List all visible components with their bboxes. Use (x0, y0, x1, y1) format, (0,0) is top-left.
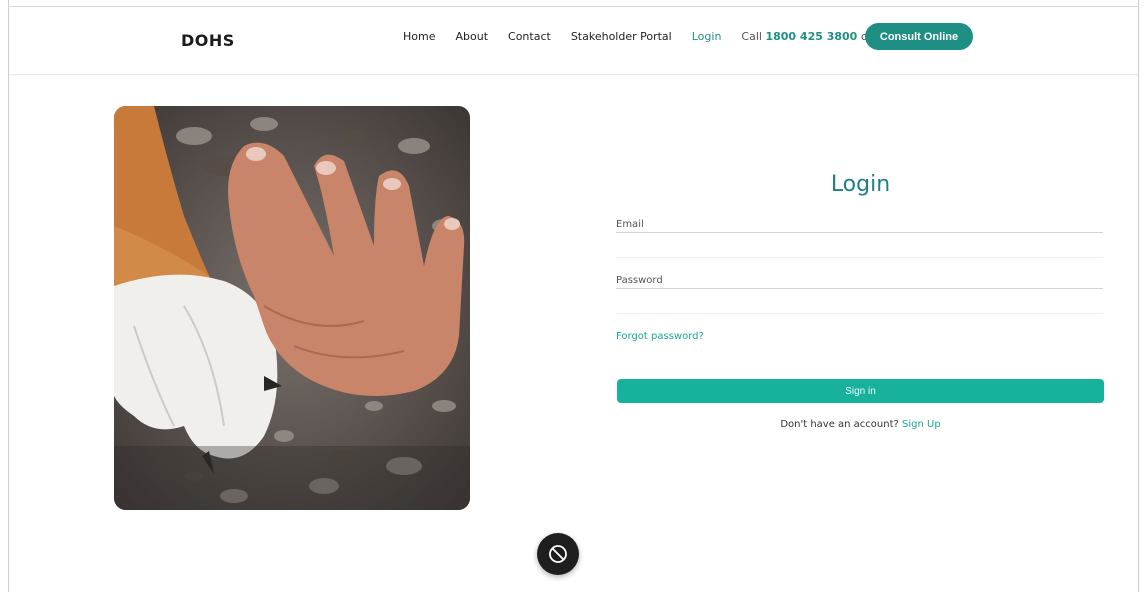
brand-logo[interactable]: DOHS (181, 31, 235, 50)
forgot-password-link[interactable]: Forgot password? (616, 331, 704, 342)
no-account-text: Don't have an account? (780, 419, 899, 430)
password-underline (616, 288, 1103, 289)
main-nav: Home About Contact Stakeholder Portal Lo… (403, 30, 894, 43)
password-label: Password (616, 275, 663, 286)
call-info: Call 1800 425 3800 or (741, 30, 872, 43)
email-underline (616, 232, 1103, 233)
block-icon (549, 545, 567, 563)
consult-online-button[interactable]: Consult Online (865, 23, 973, 50)
site-header: DOHS Home About Contact Stakeholder Port… (9, 7, 1138, 75)
nav-about[interactable]: About (455, 30, 488, 43)
email-label: Email (616, 219, 644, 230)
sign-in-button[interactable]: Sign in (617, 379, 1104, 403)
login-title: Login (830, 172, 891, 197)
email-input[interactable] (616, 234, 1103, 256)
phone-number[interactable]: 1800 425 3800 (765, 30, 857, 43)
dog-paw-and-hand-photo (114, 106, 470, 510)
password-input[interactable] (616, 290, 1103, 312)
hero-photo (114, 106, 470, 510)
nav-contact[interactable]: Contact (508, 30, 551, 43)
password-input-bottom-line (616, 313, 1103, 314)
window-edge-left (8, 0, 9, 592)
window-edge-right (1138, 0, 1139, 592)
nav-login[interactable]: Login (692, 30, 722, 43)
sign-up-link[interactable]: Sign Up (902, 419, 941, 430)
nav-home[interactable]: Home (403, 30, 435, 43)
floating-block-button[interactable] (537, 533, 579, 575)
call-prefix: Call (741, 30, 762, 43)
email-input-bottom-line (616, 257, 1103, 258)
signup-prompt: Don't have an account? Sign Up (617, 419, 1104, 430)
nav-stakeholder-portal[interactable]: Stakeholder Portal (571, 30, 672, 43)
